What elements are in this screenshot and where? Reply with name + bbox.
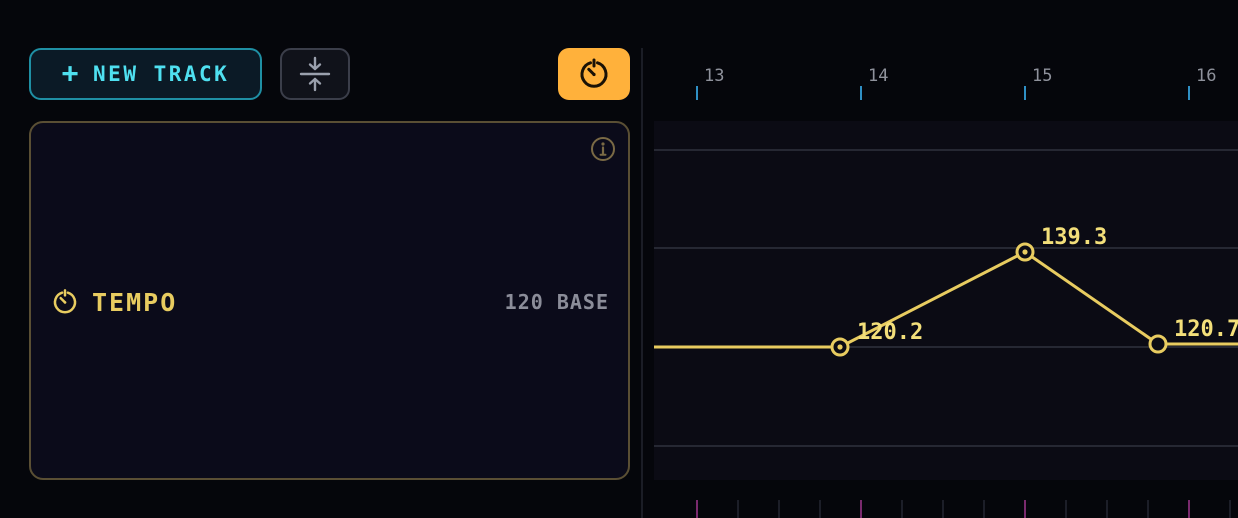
- bar-tick: [696, 86, 698, 100]
- tempo-automation-lane[interactable]: 120.2 139.3 120.7: [654, 121, 1238, 480]
- bar-tick: [1024, 86, 1026, 100]
- bar-number: 13: [704, 66, 724, 86]
- beat-grid-marks: [696, 500, 1231, 518]
- automation-point-label: 120.2: [857, 320, 923, 345]
- automation-point[interactable]: [1148, 334, 1168, 354]
- automation-point[interactable]: [830, 337, 850, 357]
- bar-number: 15: [1032, 66, 1052, 86]
- bar-number: 16: [1196, 66, 1216, 86]
- timeline-area: 13 14 15 16 120.2 139.3 120.7: [654, 66, 1238, 518]
- bar-tick: [860, 86, 862, 100]
- daw-window: + NEW TRACK TEMPO 120 BASE 13 14 15 16 1…: [0, 0, 1238, 518]
- automation-point[interactable]: [1015, 242, 1035, 262]
- bar-tick: [1188, 86, 1190, 100]
- bar-number: 14: [868, 66, 888, 86]
- automation-point-label: 120.7: [1174, 317, 1238, 342]
- lane-background: [654, 121, 1238, 480]
- bar-ruler[interactable]: 13 14 15 16: [696, 66, 1216, 100]
- automation-point-label: 139.3: [1041, 225, 1107, 250]
